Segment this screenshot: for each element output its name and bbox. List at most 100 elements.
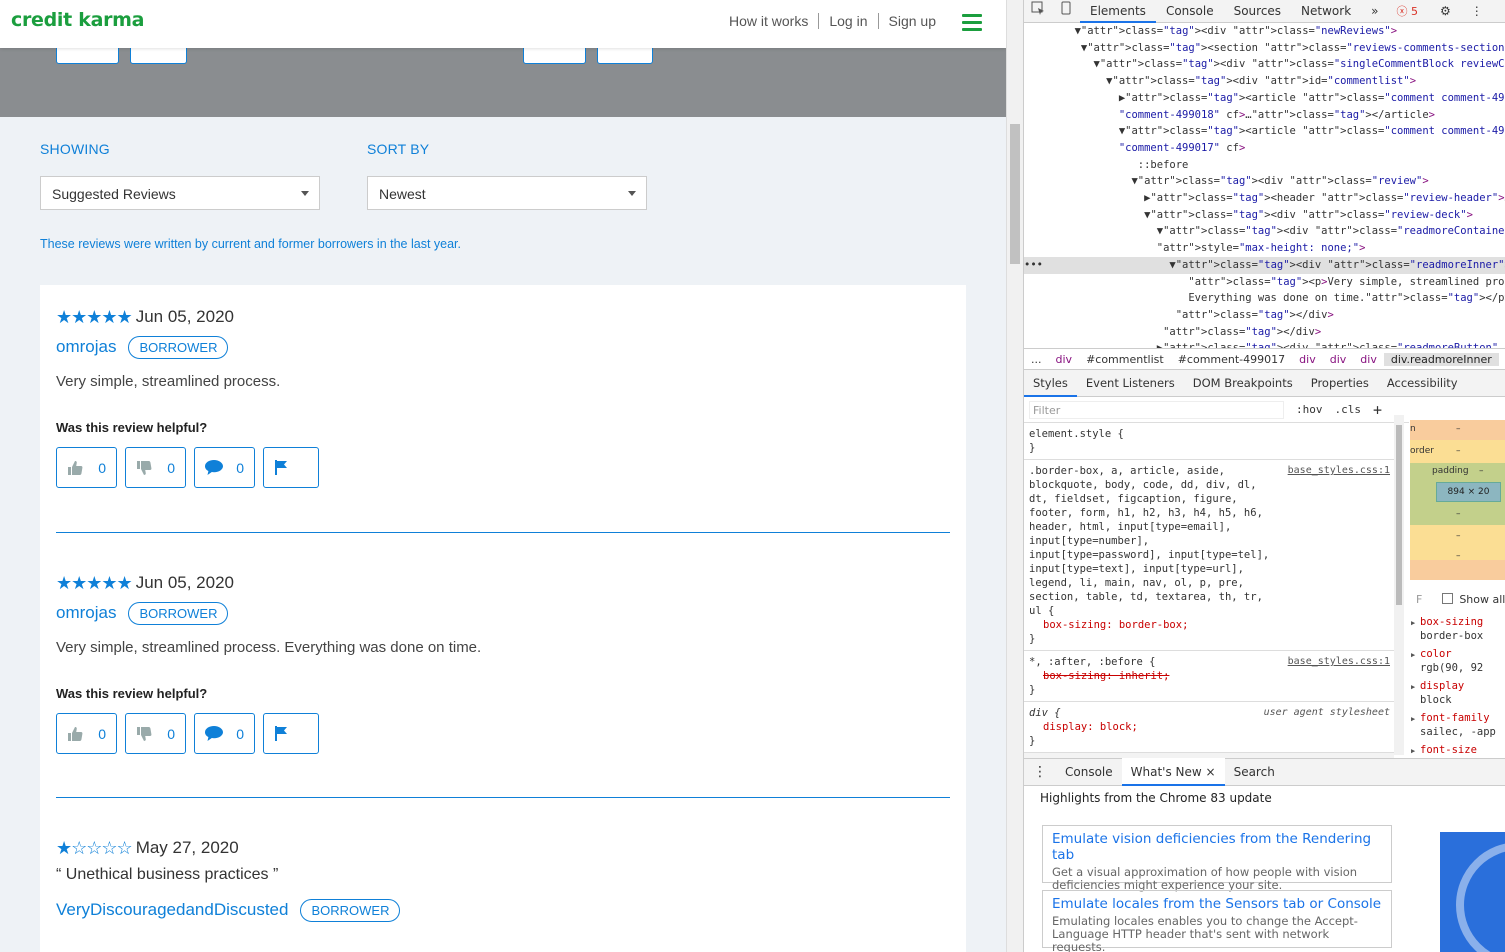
styles-scrollbar[interactable] [1394, 415, 1404, 755]
dom-node-line[interactable]: ::before [1024, 157, 1505, 174]
drawer-tab-whats-new[interactable]: What's New × [1121, 758, 1225, 786]
dom-node-line[interactable]: "attr">class="tag"><p>Very simple, strea… [1024, 274, 1505, 291]
device-toolbar-icon[interactable] [1052, 0, 1080, 23]
devtools-tabbar: Elements Console Sources Network » ⓧ 5 ⚙… [1024, 0, 1505, 23]
thumbs-down-button[interactable]: 0 [125, 713, 186, 754]
nav-sign-up[interactable]: Sign up [879, 13, 946, 29]
comment-button[interactable]: 0 [194, 713, 255, 754]
styles-filter-input[interactable]: Filter [1029, 400, 1284, 419]
flag-button[interactable] [263, 713, 319, 754]
css-rule[interactable]: .border-box, a, article, aside, blockquo… [1024, 460, 1394, 651]
dom-node-line[interactable]: "comment-499017" cf> [1024, 140, 1505, 157]
settings-gear-icon[interactable]: ⚙ [1430, 0, 1461, 23]
tab-console[interactable]: Console [1156, 0, 1224, 23]
tab-elements[interactable]: Elements [1080, 0, 1156, 23]
nav-how-it-works[interactable]: How it works [719, 13, 818, 29]
drawer-tab-search[interactable]: Search [1225, 758, 1284, 786]
breadcrumb-item[interactable]: div [1049, 353, 1080, 366]
whats-new-card-title[interactable]: Emulate vision deficiencies from the Ren… [1052, 831, 1382, 863]
subtab-accessibility[interactable]: Accessibility [1378, 370, 1467, 397]
downvote-count: 0 [167, 459, 175, 476]
whats-new-card[interactable]: Emulate vision deficiencies from the Ren… [1042, 825, 1392, 892]
reviewer-name[interactable]: omrojas [56, 337, 116, 357]
dom-node-line[interactable]: ▼"attr">class="tag"><div "attr">class="r… [1024, 207, 1505, 224]
thumbs-up-button[interactable]: 0 [56, 713, 117, 754]
flag-button[interactable] [263, 447, 319, 488]
credit-karma-logo[interactable]: credit karma [11, 9, 144, 31]
breadcrumb-item[interactable]: div [1353, 353, 1384, 366]
inspect-element-icon[interactable] [1024, 0, 1052, 23]
scrollbar-thumb[interactable] [1010, 124, 1020, 264]
css-rule[interactable]: div {user agent stylesheet display: block… [1024, 702, 1394, 753]
dom-node-line[interactable]: "attr">class="tag"></div> [1024, 307, 1505, 324]
rule-source-link[interactable]: user agent stylesheet [1264, 706, 1390, 720]
dom-node-line[interactable]: ▼"attr">class="tag"><div "attr">class="n… [1024, 23, 1505, 40]
subtab-event-listeners[interactable]: Event Listeners [1077, 370, 1184, 397]
dom-node-line[interactable]: ▼"attr">class="tag"><section "attr">clas… [1024, 40, 1505, 57]
sort-by-select[interactable]: Newest [367, 176, 647, 210]
dom-node-line[interactable]: ▼"attr">class="tag"><div "attr">id="comm… [1024, 73, 1505, 90]
hamburger-menu-icon[interactable] [962, 14, 982, 32]
computed-property[interactable]: displayblock [1410, 679, 1505, 707]
breadcrumb-item[interactable]: p [1499, 353, 1505, 366]
breadcrumb-item[interactable]: ... [1024, 353, 1049, 366]
class-toggle[interactable]: .cls [1335, 403, 1362, 416]
computed-styles[interactable]: F Show all box-sizingborder-box colorrgb(… [1410, 590, 1505, 760]
showing-select[interactable]: Suggested Reviews [40, 176, 320, 210]
breadcrumb-item[interactable]: div.readmoreInner [1383, 352, 1499, 366]
dom-tree[interactable]: ▼"attr">class="tag"><div "attr">class="n… [1024, 23, 1505, 348]
css-rule[interactable]: element.style {} [1024, 423, 1394, 460]
dom-node-line[interactable]: ▼"attr">class="tag"><div "attr">class="s… [1024, 56, 1505, 73]
thumbs-down-button[interactable]: 0 [125, 447, 186, 488]
dom-node-line[interactable]: ••• ▼"attr">class="tag"><div "attr">clas… [1024, 256, 1505, 274]
computed-property[interactable]: font-size [1410, 743, 1505, 758]
breadcrumb-item[interactable]: div [1323, 353, 1354, 366]
dom-node-line[interactable]: ▼"attr">class="tag"><div "attr">class="r… [1024, 223, 1505, 240]
helpful-question: Was this review helpful? [56, 420, 208, 435]
show-all-checkbox[interactable] [1441, 593, 1453, 604]
page-scrollbar[interactable] [1006, 0, 1023, 952]
dom-node-line[interactable]: ▶"attr">class="tag"><div "attr">class="r… [1024, 340, 1505, 348]
dom-node-line[interactable]: "attr">class="tag"></div> [1024, 324, 1505, 341]
dom-node-line[interactable]: ▼"attr">class="tag"><div "attr">class="r… [1024, 173, 1505, 190]
more-tabs-icon[interactable]: » [1361, 0, 1388, 23]
subtab-properties[interactable]: Properties [1302, 370, 1378, 397]
dom-node-line[interactable]: ▼"attr">class="tag"><article "attr">clas… [1024, 123, 1505, 140]
thumbs-up-button[interactable]: 0 [56, 447, 117, 488]
computed-property[interactable]: colorrgb(90, 92 [1410, 647, 1505, 675]
drawer-menu-icon[interactable]: ⋮ [1024, 758, 1056, 786]
tab-sources[interactable]: Sources [1224, 0, 1291, 23]
subtab-dom-breakpoints[interactable]: DOM Breakpoints [1184, 370, 1302, 397]
hover-state-toggle[interactable]: :hov [1296, 403, 1323, 416]
showing-select-value: Suggested Reviews [52, 186, 176, 202]
reviewer-name[interactable]: omrojas [56, 603, 116, 623]
drawer-tab-console[interactable]: Console [1056, 758, 1122, 786]
rule-source-link[interactable]: base_styles.css:1 [1288, 655, 1390, 669]
more-options-icon[interactable]: ⋮ [1461, 0, 1493, 23]
computed-property[interactable]: box-sizingborder-box [1410, 615, 1505, 643]
breadcrumb-item[interactable]: div [1292, 353, 1323, 366]
reviewer-name[interactable]: VeryDiscouragedandDiscusted [56, 900, 288, 920]
subtab-styles[interactable]: Styles [1024, 370, 1077, 397]
css-rule[interactable]: *, :after, :before {base_styles.css:1 box… [1024, 651, 1394, 702]
whats-new-card-title[interactable]: Emulate locales from the Sensors tab or … [1052, 896, 1382, 912]
dom-node-line[interactable]: ▶"attr">class="tag"><article "attr">clas… [1024, 90, 1505, 107]
breadcrumb-item[interactable]: #comment-499017 [1171, 353, 1292, 366]
nav-log-in[interactable]: Log in [819, 13, 877, 29]
dom-node-line[interactable]: ▶"attr">class="tag"><header "attr">class… [1024, 190, 1505, 207]
dom-node-line[interactable]: "comment-499018" cf>…"attr">class="tag">… [1024, 107, 1505, 124]
dom-node-line[interactable]: "attr">style="max-height: none;"> [1024, 240, 1505, 257]
scrollbar-thumb[interactable] [1396, 425, 1402, 605]
comment-button[interactable]: 0 [194, 447, 255, 488]
box-border-label: order [1410, 446, 1434, 456]
breadcrumb-item[interactable]: #commentlist [1079, 353, 1171, 366]
new-rule-button[interactable]: + [1373, 401, 1382, 419]
whats-new-card[interactable]: Emulate locales from the Sensors tab or … [1042, 890, 1392, 952]
rule-source-link[interactable]: base_styles.css:1 [1288, 464, 1390, 478]
tab-network[interactable]: Network [1291, 0, 1361, 23]
computed-property[interactable]: font-familysailec, -app [1410, 711, 1505, 739]
error-badge[interactable]: ⓧ 5 [1397, 3, 1419, 19]
comment-bubble-icon [205, 726, 223, 741]
style-rules[interactable]: element.style {} .border-box, a, article,… [1024, 423, 1394, 758]
dom-node-line[interactable]: Everything was done on time."attr">class… [1024, 290, 1505, 307]
